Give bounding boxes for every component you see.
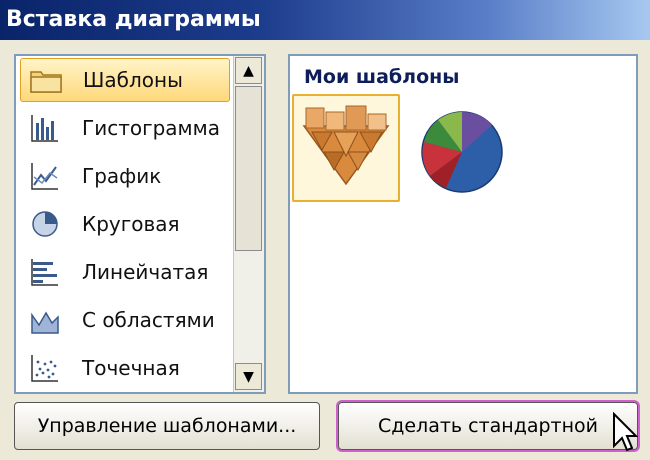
pyramid-template-icon <box>302 105 390 186</box>
insert-chart-dialog: Шаблоны Гистограмма График Круговая Лине… <box>0 40 650 460</box>
pie-template-icon <box>421 111 503 193</box>
bar-chart-icon <box>28 255 62 289</box>
templates-heading: Мои шаблоны <box>304 66 460 88</box>
chart-type-column[interactable]: Гистограмма <box>20 106 230 150</box>
template-item-pyramid[interactable] <box>292 94 400 202</box>
chart-type-scrollbar[interactable]: ▲ ▼ <box>233 56 264 392</box>
triangle-down-icon: ▼ <box>243 368 254 385</box>
scatter-chart-icon <box>28 351 62 385</box>
chart-type-area[interactable]: С областями <box>20 298 230 342</box>
chart-type-line[interactable]: График <box>20 154 230 198</box>
chart-type-label: Линейчатая <box>82 260 209 284</box>
scroll-down-button[interactable]: ▼ <box>235 363 262 390</box>
templates-panel: Мои шаблоны <box>288 54 638 394</box>
chart-type-pie[interactable]: Круговая <box>20 202 230 246</box>
set-default-button[interactable]: Сделать стандартной <box>338 402 638 450</box>
chart-type-label: С областями <box>82 308 215 332</box>
chart-type-templates[interactable]: Шаблоны <box>20 58 230 102</box>
chart-type-label: Шаблоны <box>83 68 183 92</box>
chart-type-label: График <box>82 164 162 188</box>
area-chart-icon <box>28 303 62 337</box>
chart-type-list[interactable]: Шаблоны Гистограмма График Круговая Лине… <box>14 54 266 394</box>
chart-type-label: Круговая <box>82 212 180 236</box>
scroll-thumb[interactable] <box>235 86 262 251</box>
pie-chart-icon <box>28 207 62 241</box>
chart-type-scatter[interactable]: Точечная <box>20 346 230 390</box>
mouse-cursor-icon <box>613 412 638 452</box>
scroll-up-button[interactable]: ▲ <box>235 57 262 84</box>
chart-type-label: Точечная <box>82 356 180 380</box>
chart-type-bar[interactable]: Линейчатая <box>20 250 230 294</box>
manage-templates-button[interactable]: Управление шаблонами... <box>14 402 320 450</box>
triangle-up-icon: ▲ <box>243 62 254 79</box>
window-title: Вставка диаграммы <box>6 7 261 32</box>
chart-type-label: Гистограмма <box>82 116 220 140</box>
line-chart-icon <box>28 159 62 193</box>
folder-icon <box>29 63 63 97</box>
title-bar: Вставка диаграммы <box>0 0 650 40</box>
column-chart-icon <box>28 111 62 145</box>
template-item-pie[interactable] <box>408 94 516 202</box>
